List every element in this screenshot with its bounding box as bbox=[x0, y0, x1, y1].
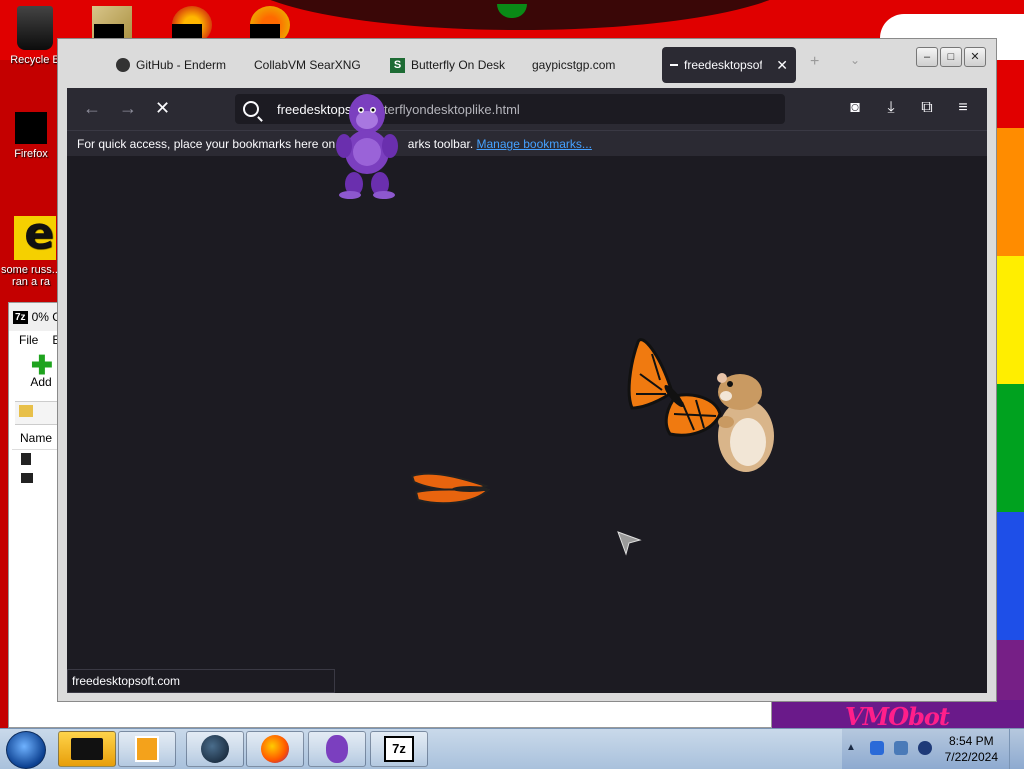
bookmarks-message-tail: arks toolbar. bbox=[407, 137, 474, 151]
butterfly-icon[interactable] bbox=[622, 334, 726, 440]
folder-up-icon[interactable] bbox=[19, 405, 33, 417]
desktop-icon-label: some russ... ran a ra bbox=[1, 264, 61, 288]
manage-bookmarks-link[interactable]: Manage bookmarks... bbox=[477, 137, 592, 151]
globe-icon bbox=[201, 735, 229, 763]
butterfly-icon[interactable] bbox=[410, 470, 492, 508]
desktop-icon-label: Recycle B bbox=[10, 54, 60, 66]
rainbow-stripe-red bbox=[993, 60, 1024, 128]
tab-strip: GitHub - Enderm CollabVM SearXNG S Butte… bbox=[58, 39, 996, 89]
desktop-icon-shortcut[interactable]: some russ... ran a ra bbox=[0, 208, 62, 288]
pocket-icon[interactable]: ◙ bbox=[845, 99, 865, 119]
status-bar: freedesktopsoft.com bbox=[67, 669, 335, 693]
menu-file[interactable]: File bbox=[19, 333, 38, 347]
mouse-cursor-icon bbox=[617, 531, 642, 556]
firefox-icon bbox=[261, 735, 289, 763]
tab-label: GitHub - Enderm bbox=[136, 58, 227, 72]
maximize-button[interactable]: □ bbox=[940, 47, 962, 67]
chevron-down-icon[interactable]: ⌄ bbox=[850, 53, 860, 67]
add-label: Add bbox=[30, 375, 52, 389]
extensions-icon[interactable]: ⧉ bbox=[917, 99, 937, 119]
desktop-icon-firefox[interactable]: Firefox bbox=[0, 112, 62, 160]
bookmarks-message: For quick access, place your bookmarks h… bbox=[77, 137, 342, 151]
desktop-icon-label: Firefox bbox=[14, 148, 48, 160]
search-icon bbox=[243, 101, 259, 117]
download-icon[interactable]: ⤓ bbox=[881, 99, 901, 119]
clock-time: 8:54 PM bbox=[948, 734, 994, 748]
taskbar-media-player[interactable] bbox=[118, 731, 176, 767]
start-button[interactable] bbox=[6, 731, 46, 769]
new-tab-icon[interactable]: + bbox=[810, 53, 819, 71]
sevenzip-icon: 7z bbox=[384, 736, 414, 762]
tab-github[interactable]: GitHub - Enderm bbox=[116, 47, 230, 83]
close-tab-icon[interactable]: ✕ bbox=[776, 57, 788, 74]
rainbow-stripe-orange bbox=[993, 128, 1024, 256]
explorer-icon bbox=[71, 738, 103, 760]
tab-freedesktopsoft[interactable]: freedesktopsoft ✕ bbox=[662, 47, 796, 83]
taskbar-explorer[interactable] bbox=[58, 731, 116, 767]
rainbow-stripe-yellow bbox=[993, 256, 1024, 384]
rainbow-stripe-green bbox=[993, 384, 1024, 512]
show-desktop-button[interactable] bbox=[1009, 729, 1024, 769]
ie-icon bbox=[14, 208, 56, 260]
vmobot-banner: VMObot bbox=[770, 700, 1024, 731]
file-icon[interactable] bbox=[21, 453, 31, 465]
taskbar-firefox[interactable] bbox=[246, 731, 304, 767]
rainbow-stripe-blue bbox=[993, 512, 1024, 640]
tab-gaypicstgp[interactable]: gaypicstgp.com bbox=[532, 47, 632, 83]
sevenzip-icon: 7z bbox=[13, 310, 28, 324]
tab-label: Butterfly On Desk bbox=[411, 58, 506, 72]
clock-date: 7/22/2024 bbox=[944, 750, 998, 764]
bookmarks-toolbar: For quick access, place your bookmarks h… bbox=[67, 130, 987, 156]
taskbar-globe[interactable] bbox=[186, 731, 244, 767]
rainbow-stripe-purple bbox=[993, 640, 1024, 704]
tab-label: gaypicstgp.com bbox=[532, 58, 616, 72]
bonzi-icon bbox=[326, 735, 348, 763]
window-controls: – □ ✕ bbox=[916, 47, 986, 67]
tab-butterfly[interactable]: S Butterfly On Desk bbox=[390, 47, 512, 83]
firefox-icon bbox=[15, 112, 47, 144]
tab-label: freedesktopsoft bbox=[684, 58, 763, 72]
system-tray: ▲ 8:54 PM 7/22/2024 bbox=[842, 729, 1024, 769]
bonzi-buddy-character[interactable] bbox=[330, 86, 404, 200]
taskbar-bonzi[interactable] bbox=[308, 731, 366, 767]
file-icon[interactable] bbox=[21, 473, 33, 483]
network-icon[interactable] bbox=[870, 741, 884, 755]
forward-arrow-icon[interactable]: → bbox=[119, 98, 137, 119]
show-hidden-icons[interactable]: ▲ bbox=[846, 742, 856, 753]
address-bar[interactable]: freedesktopsm/butterflyondesktoplike.htm… bbox=[235, 94, 785, 124]
close-window-button[interactable]: ✕ bbox=[964, 47, 986, 67]
back-arrow-icon[interactable]: ← bbox=[83, 98, 101, 119]
nav-toolbar: ← → ✕ freedesktopsm/butterflyondesktopli… bbox=[67, 88, 987, 130]
s-icon: S bbox=[390, 57, 405, 73]
volume-icon[interactable] bbox=[918, 741, 932, 755]
github-icon bbox=[116, 58, 130, 72]
clock[interactable]: 8:54 PM 7/22/2024 bbox=[945, 733, 998, 765]
tab-collabvm-searxng[interactable]: CollabVM SearXNG bbox=[254, 47, 366, 83]
taskbar: 7z ▲ 8:54 PM 7/22/2024 bbox=[0, 728, 1024, 769]
stop-loading-icon[interactable]: ✕ bbox=[155, 98, 170, 119]
loading-icon bbox=[670, 64, 678, 66]
menu-icon[interactable]: ≡ bbox=[953, 99, 973, 119]
display-icon[interactable] bbox=[894, 741, 908, 755]
media-player-icon bbox=[135, 736, 159, 762]
minimize-button[interactable]: – bbox=[916, 47, 938, 67]
plus-icon: ✚ bbox=[31, 350, 53, 380]
tab-label: CollabVM SearXNG bbox=[254, 58, 361, 72]
recycle-bin-icon bbox=[17, 6, 53, 50]
firefox-window: GitHub - Enderm CollabVM SearXNG S Butte… bbox=[57, 38, 997, 702]
hamster-character[interactable] bbox=[712, 370, 776, 474]
taskbar-7zip[interactable]: 7z bbox=[370, 731, 428, 767]
page-content: freedesktopsoft.com bbox=[67, 156, 987, 693]
